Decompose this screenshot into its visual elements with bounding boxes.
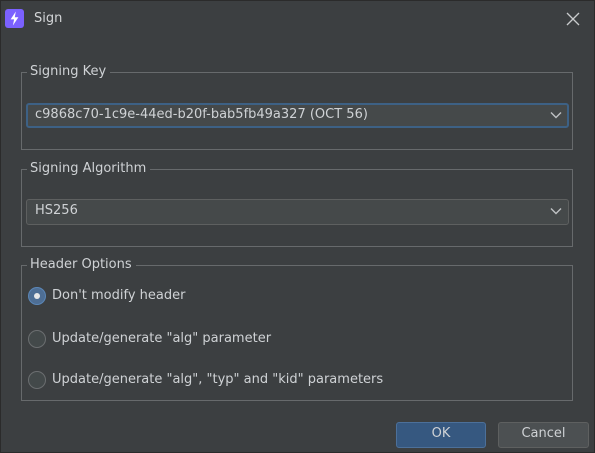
close-icon	[566, 12, 580, 26]
chevron-down-icon	[550, 208, 562, 215]
radio-button[interactable]	[28, 330, 46, 348]
chevron-down-icon	[550, 112, 562, 119]
signing-algorithm-select[interactable]: HS256	[26, 199, 569, 225]
header-options-group: Header Options Don't modify header Updat…	[21, 257, 573, 401]
signing-key-select[interactable]: c9868c70-1c9e-44ed-b20f-bab5fb49a327 (OC…	[26, 103, 569, 128]
sign-dialog: Sign Signing Key c9868c70-1c9e-44ed-b20f…	[0, 0, 595, 453]
signing-key-legend: Signing Key	[27, 64, 111, 80]
header-options-legend: Header Options	[27, 257, 136, 273]
signing-key-value: c9868c70-1c9e-44ed-b20f-bab5fb49a327 (OC…	[35, 107, 368, 122]
radio-button[interactable]	[28, 287, 46, 305]
radio-label: Don't modify header	[52, 288, 186, 303]
close-button[interactable]	[561, 7, 585, 31]
radio-button[interactable]	[28, 371, 46, 389]
title-bar: Sign	[1, 1, 594, 37]
signing-algorithm-value: HS256	[35, 203, 78, 218]
window-title: Sign	[34, 11, 63, 26]
radio-label: Update/generate "alg" parameter	[52, 331, 272, 346]
signing-algorithm-group: Signing Algorithm HS256	[21, 161, 573, 247]
ok-button[interactable]: OK	[396, 422, 486, 448]
signing-algorithm-legend: Signing Algorithm	[27, 161, 151, 177]
signing-key-group: Signing Key c9868c70-1c9e-44ed-b20f-bab5…	[21, 64, 573, 150]
cancel-button[interactable]: Cancel	[498, 422, 589, 448]
radio-label: Update/generate "alg", "typ" and "kid" p…	[52, 372, 384, 387]
lightning-bolt-icon	[5, 9, 24, 28]
